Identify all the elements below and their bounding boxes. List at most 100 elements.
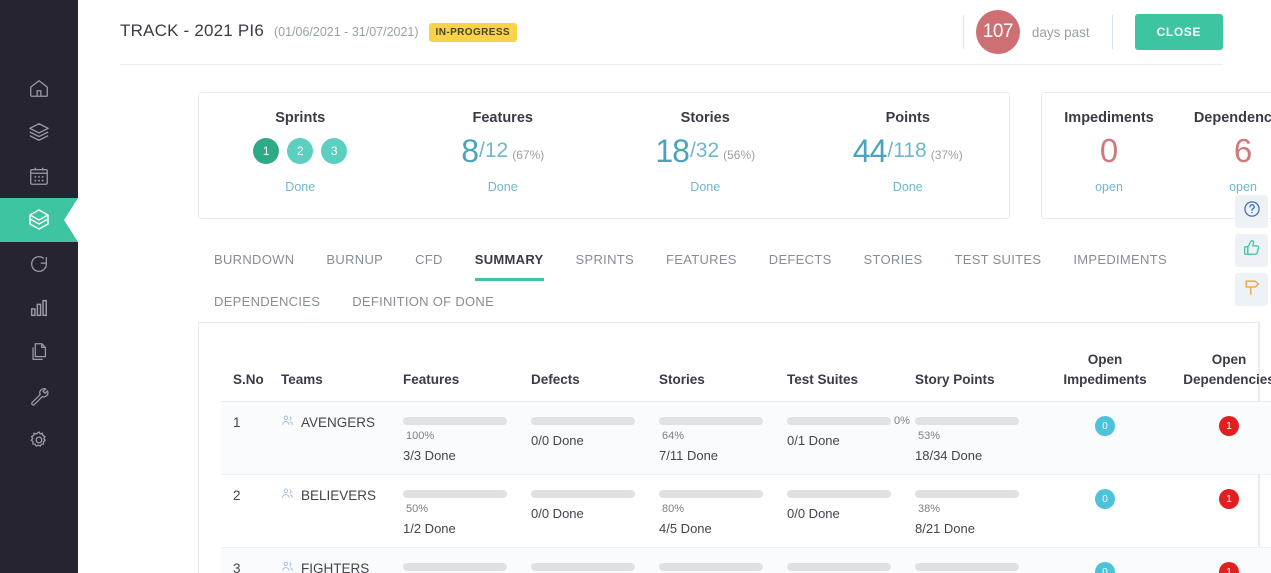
- col-stories: Stories: [659, 350, 787, 403]
- stat-sprints: Sprints 1 2 3 Done: [199, 93, 402, 218]
- stat-impediments-value: 0: [1100, 126, 1118, 176]
- tab-dependencies[interactable]: DEPENDENCIES: [198, 280, 336, 322]
- story-points-percent: 38%: [918, 502, 941, 515]
- story-points-progress-bar: [915, 416, 1019, 425]
- guide-button[interactable]: [1235, 273, 1268, 306]
- sidebar-item-calendar[interactable]: [0, 154, 78, 198]
- bar-chart-icon: [28, 297, 50, 319]
- stat-points-sub[interactable]: Done: [893, 180, 923, 194]
- col-open-impediments-line1: Open: [1087, 352, 1123, 367]
- col-open-impediments-line2: Impediments: [1063, 371, 1147, 387]
- page-date-range: (01/06/2021 - 31/07/2021): [273, 25, 419, 39]
- sidebar-item-program[interactable]: [0, 198, 78, 242]
- sidebar-item-refresh[interactable]: [0, 242, 78, 286]
- open-dependencies-badge[interactable]: 1: [1219, 562, 1239, 573]
- tab-sprints[interactable]: SPRINTS: [560, 238, 650, 280]
- sprint-dot-1[interactable]: 1: [253, 138, 280, 164]
- tab-burnup[interactable]: BURNUP: [310, 238, 399, 280]
- tab-definition-of-done[interactable]: DEFINITION OF DONE: [336, 280, 510, 322]
- stat-dependencies-label: Dependencies: [1193, 110, 1271, 126]
- stat-points-percent: (37%): [930, 148, 963, 162]
- metrics-card: Sprints 1 2 3 Done Features 8 /12 (67%): [198, 92, 1010, 219]
- row-sno: 2: [221, 474, 281, 549]
- floating-widget-rail: [1232, 195, 1271, 306]
- table-row[interactable]: 2 BELIEVERS 50% 1/2 Done 0/0 Done 80% 4/…: [221, 474, 1271, 549]
- tab-burndown[interactable]: BURNDOWN: [198, 238, 310, 280]
- stat-impediments-count: 0: [1099, 132, 1119, 169]
- open-impediments-badge[interactable]: 0: [1095, 489, 1115, 510]
- test-suites-progress-bar: [787, 416, 891, 425]
- features-done: 3/3 Done: [403, 448, 456, 464]
- features-progress-bar: [403, 489, 507, 498]
- stat-points-value: 44 /118 (37%): [853, 126, 963, 176]
- story-points-progress-bar: [915, 489, 1019, 498]
- tab-defects[interactable]: DEFECTS: [753, 238, 848, 280]
- features-percent: 100%: [406, 429, 435, 442]
- tab-list: BURNDOWN BURNUP CFD SUMMARY SPRINTS FEAT…: [198, 238, 1260, 322]
- open-dependencies-badge[interactable]: 1: [1219, 489, 1239, 510]
- stat-features-label: Features: [472, 110, 533, 126]
- tab-summary[interactable]: SUMMARY: [459, 238, 560, 281]
- stories-progress-bar: [659, 489, 763, 498]
- stat-stories-label: Stories: [680, 110, 730, 126]
- cell-stories: 38% 3/8 Done: [659, 547, 787, 573]
- tab-cfd[interactable]: CFD: [399, 238, 459, 280]
- cell-open-impediments: 0: [1043, 474, 1167, 549]
- stat-impediments-label: Impediments: [1064, 110, 1154, 126]
- sidebar-item-reports[interactable]: [0, 286, 78, 330]
- tab-features[interactable]: FEATURES: [650, 238, 753, 280]
- stat-dependencies-sub[interactable]: open: [1229, 180, 1257, 194]
- stat-stories-denominator: /32: [689, 139, 720, 162]
- sidebar-item-home[interactable]: [0, 66, 78, 110]
- close-button[interactable]: CLOSE: [1134, 14, 1223, 50]
- stat-features-sub[interactable]: Done: [488, 180, 518, 194]
- stories-done: 4/5 Done: [659, 521, 712, 537]
- open-impediments-badge[interactable]: 0: [1095, 562, 1115, 573]
- feedback-button[interactable]: [1235, 234, 1268, 267]
- sidebar-item-documents[interactable]: [0, 330, 78, 374]
- team-icon: [281, 414, 294, 430]
- col-defects: Defects: [531, 350, 659, 403]
- stat-stories-sub[interactable]: Done: [690, 180, 720, 194]
- open-impediments-badge[interactable]: 0: [1095, 416, 1115, 437]
- features-done: 1/2 Done: [403, 521, 456, 537]
- sidebar-item-tools[interactable]: [0, 374, 78, 418]
- team-name: AVENGERS: [301, 414, 376, 430]
- cell-open-impediments: 0: [1043, 547, 1167, 573]
- col-open-impediments: Open Impediments: [1043, 350, 1167, 403]
- sidebar-item-settings[interactable]: [0, 418, 78, 462]
- team-icon: [281, 487, 294, 503]
- open-dependencies-badge[interactable]: 1: [1219, 416, 1239, 437]
- tab-impediments[interactable]: IMPEDIMENTS: [1057, 238, 1183, 280]
- help-button[interactable]: [1235, 195, 1268, 228]
- sprint-dot-2[interactable]: 2: [287, 138, 314, 164]
- cell-test-suites: 0% 0/1 Done: [787, 401, 915, 476]
- table-row[interactable]: 1 AVENGERS 100% 3/3 Done 0/0 Done 64% 7/…: [221, 401, 1271, 476]
- refresh-icon: [28, 253, 50, 275]
- sidebar-item-layers[interactable]: [0, 110, 78, 154]
- col-open-dependencies: Open Dependencies: [1167, 350, 1271, 403]
- defects-progress-bar: [531, 416, 635, 425]
- table-row[interactable]: 3 FIGHTERS 0 1: [221, 547, 1271, 573]
- home-icon: [28, 77, 50, 99]
- sprint-dot-3[interactable]: 3: [321, 138, 348, 164]
- stories-done: 7/11 Done: [659, 448, 719, 464]
- row-team: BELIEVERS: [281, 474, 403, 549]
- tab-stories[interactable]: STORIES: [848, 238, 939, 280]
- features-progress-bar: [403, 562, 507, 571]
- cell-stories: 64% 7/11 Done: [659, 401, 787, 476]
- stat-impediments-sub[interactable]: open: [1095, 180, 1123, 194]
- col-teams: Teams: [281, 350, 403, 403]
- stat-sprints-sub[interactable]: Done: [285, 180, 315, 194]
- stat-sprints-value: 1 2 3: [253, 126, 348, 176]
- days-past-count: 107: [975, 10, 1020, 54]
- cell-defects: 0/0 Done: [531, 547, 659, 573]
- tab-test-suites[interactable]: TEST SUITES: [938, 238, 1057, 280]
- tab-bar: BURNDOWN BURNUP CFD SUMMARY SPRINTS FEAT…: [198, 238, 1260, 323]
- cell-open-impediments: 0: [1043, 401, 1167, 476]
- stories-progress-bar: [659, 416, 763, 425]
- stat-impediments: Impediments 0 open: [1042, 93, 1176, 218]
- cell-defects: 0/0 Done: [531, 401, 659, 476]
- stories-progress-bar: [659, 562, 763, 571]
- documents-icon: [28, 341, 50, 363]
